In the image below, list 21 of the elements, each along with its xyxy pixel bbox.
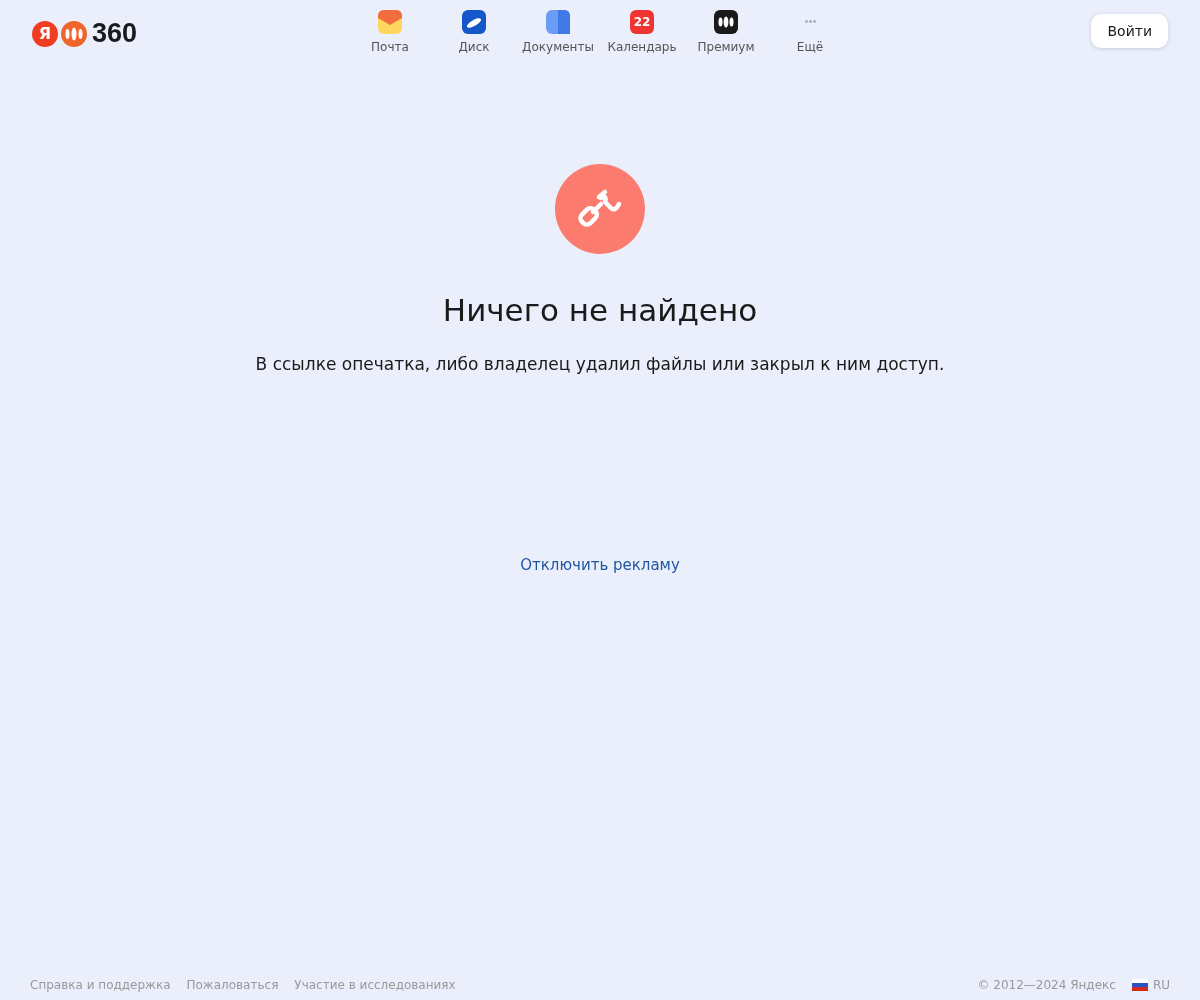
copyright: © 2012—2024 Яндекс [977,978,1116,992]
nav-link[interactable]: Почта [348,10,432,54]
logo-text: 360 [92,18,138,49]
nav-link[interactable]: Ещё [768,10,852,54]
error-title: Ничего не найдено [442,292,758,328]
envelope-icon [378,10,402,34]
nav-link[interactable]: Диск [432,10,516,54]
calendar-icon: 22 [630,10,654,34]
document-icon [546,10,570,34]
flag-icon [1131,979,1148,991]
disable-ads-link[interactable]: Отключить рекламу [520,556,680,574]
nav-link[interactable]: 22 Календарь [600,10,684,54]
error-message: В ссылке опечатка, либо владелец удалил файлы или закрыл к ним доступ. [255,354,945,374]
logo-circle-icon [61,20,87,47]
login-button[interactable]: Войти [1091,14,1168,48]
nav-link[interactable]: Премиум [684,10,768,54]
premium-icon [714,10,738,34]
nav-link[interactable]: Документы [516,10,600,54]
more-icon [804,20,816,23]
broken-link-icon [555,164,645,254]
logo-letter: Я [32,20,58,47]
